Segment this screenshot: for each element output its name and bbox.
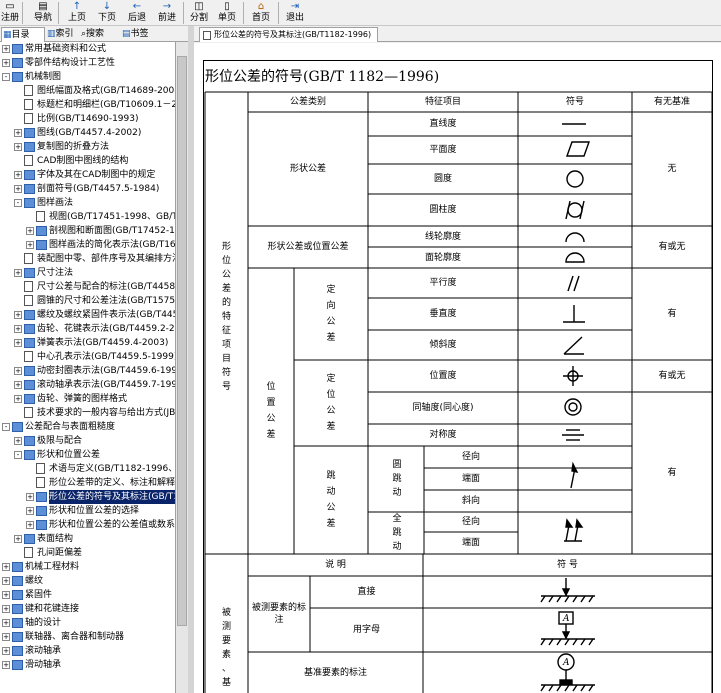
line-profile-symbol: [565, 232, 585, 243]
concentricity-symbol: [564, 398, 582, 416]
parallelism-symbol: [567, 275, 580, 292]
total-runout-symbol: [564, 518, 584, 542]
datum-marking-text: A: [562, 658, 570, 668]
position-symbol: [563, 366, 583, 386]
cylindricity-symbol: [565, 200, 585, 220]
letter-marking-text: A: [562, 614, 570, 624]
direct-marking-symbol: [540, 578, 595, 603]
table-grid: A A: [204, 91, 713, 693]
angularity-symbol: [563, 336, 584, 355]
perpendicularity-symbol: [563, 305, 585, 323]
symmetry-symbol: [562, 429, 584, 441]
roundness-symbol: [566, 170, 584, 188]
surface-profile-symbol: [565, 252, 585, 263]
flatness-symbol: [566, 141, 590, 157]
